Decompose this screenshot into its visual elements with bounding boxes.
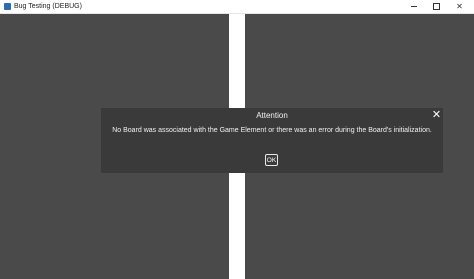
close-icon: ✕	[431, 109, 442, 121]
dialog-title: Attention	[256, 111, 288, 120]
game-area: Attention ✕ No Board was associated with…	[0, 14, 474, 279]
window-title: Bug Testing (DEBUG)	[14, 3, 82, 10]
minimize-icon	[410, 6, 417, 7]
close-icon: ✕	[456, 1, 463, 11]
window-close-button[interactable]: ✕	[448, 0, 471, 13]
dialog-close-button[interactable]: ✕	[431, 109, 442, 122]
ok-button[interactable]: OK	[265, 154, 278, 166]
dialog-message: No Board was associated with the Game El…	[112, 127, 432, 134]
minimize-button[interactable]	[402, 0, 425, 13]
window-titlebar: Bug Testing (DEBUG) ✕	[0, 0, 474, 14]
app-icon	[4, 3, 11, 10]
maximize-icon	[433, 3, 440, 10]
maximize-button[interactable]	[425, 0, 448, 13]
attention-dialog: Attention ✕ No Board was associated with…	[101, 108, 443, 173]
